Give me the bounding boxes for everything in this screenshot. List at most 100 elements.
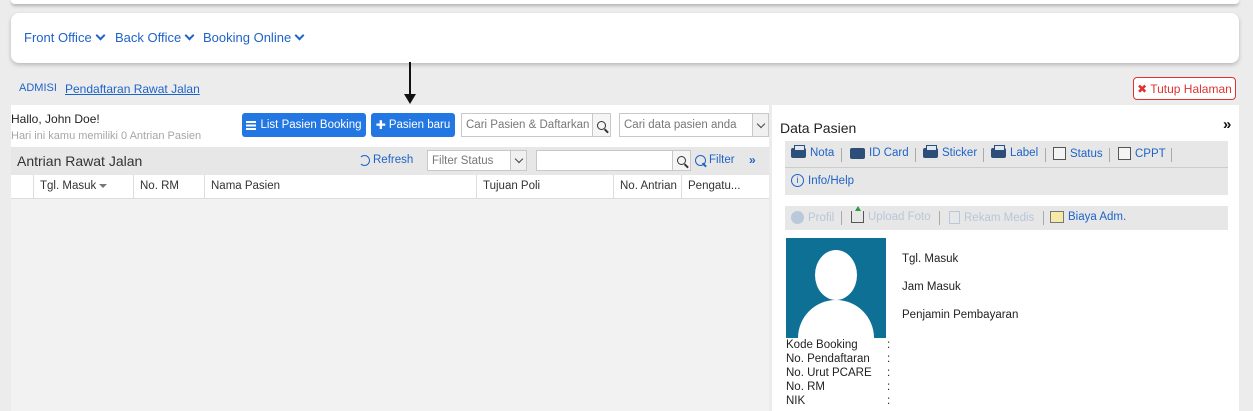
column-label: No. Antrian bbox=[620, 180, 677, 192]
profil-button[interactable]: Profil bbox=[791, 211, 834, 224]
greeting: Hallo, John Doe! bbox=[11, 112, 100, 126]
nav-front-office[interactable]: Front Office bbox=[24, 30, 106, 45]
upload-icon bbox=[851, 206, 864, 223]
separator bbox=[841, 148, 842, 162]
search-icon bbox=[597, 120, 606, 130]
column-label: Nama Pasien bbox=[211, 180, 281, 192]
search-patient-placeholder: Cari data pasien anda bbox=[624, 119, 737, 131]
chevron-down-icon bbox=[184, 30, 195, 41]
info-icon: i bbox=[791, 174, 804, 187]
column-label: Pengatu... bbox=[688, 180, 741, 192]
sticker-button[interactable]: Sticker bbox=[923, 145, 978, 159]
label-button[interactable]: Label bbox=[991, 145, 1039, 159]
search-register-placeholder: Cari Pasien & Daftarkan bbox=[466, 119, 590, 131]
user-icon bbox=[791, 211, 804, 224]
column-pengaturan[interactable]: Pengatu... bbox=[681, 175, 743, 199]
avatar-head bbox=[815, 250, 857, 300]
id-card-button[interactable]: ID Card bbox=[850, 147, 909, 159]
column-tujuan-poli[interactable]: Tujuan Poli bbox=[476, 175, 613, 199]
sort-icon bbox=[99, 183, 108, 188]
queue-title: Antrian Rawat Jalan bbox=[17, 153, 143, 169]
nav-booking-online[interactable]: Booking Online bbox=[203, 30, 305, 45]
refresh-label: Refresh bbox=[373, 154, 414, 166]
filter-status-select[interactable]: Filter Status bbox=[427, 150, 527, 171]
separator bbox=[1045, 148, 1046, 162]
refresh-icon bbox=[359, 154, 370, 166]
patient-data-title: Data Pasien bbox=[780, 120, 857, 136]
breadcrumb-root[interactable]: ADMISI bbox=[19, 82, 57, 94]
printer-icon bbox=[991, 145, 1006, 158]
label-no-pendaftaran: No. Pendaftaran bbox=[786, 353, 870, 365]
filter-search-button[interactable] bbox=[672, 151, 690, 170]
printer-icon bbox=[791, 145, 806, 158]
separator bbox=[1109, 148, 1110, 162]
patient-photo-placeholder bbox=[786, 238, 886, 338]
new-patient-button[interactable]: ✚ Pasien baru bbox=[371, 113, 455, 137]
main-navbar: Front Office Back Office Booking Online bbox=[11, 13, 1239, 63]
nav-label: Booking Online bbox=[203, 30, 292, 45]
breadcrumb-current[interactable]: Pendaftaran Rawat Jalan bbox=[65, 82, 200, 96]
admin-fee-button[interactable]: Biaya Adm. bbox=[1050, 211, 1126, 223]
column-tgl-masuk[interactable]: Tgl. Masuk bbox=[33, 175, 133, 199]
sticker-label: Sticker bbox=[942, 147, 978, 159]
list-icon bbox=[246, 120, 257, 130]
medical-record-button[interactable]: Rekam Medis bbox=[949, 211, 1034, 224]
refresh-button[interactable]: Refresh bbox=[359, 154, 413, 166]
document-icon bbox=[949, 211, 960, 224]
filter-button[interactable]: Filter bbox=[695, 154, 735, 166]
printer-icon bbox=[923, 145, 938, 158]
label-label: Label bbox=[1010, 147, 1039, 159]
top-strip bbox=[11, 0, 1239, 4]
status-button[interactable]: Status bbox=[1053, 147, 1103, 160]
search-register-button[interactable] bbox=[592, 114, 610, 136]
cppt-button[interactable]: CPPT bbox=[1118, 147, 1166, 160]
upload-photo-button[interactable]: Upload Foto bbox=[851, 206, 931, 223]
colon: : bbox=[887, 381, 891, 393]
colon: : bbox=[887, 353, 891, 365]
expand-icon[interactable]: » bbox=[749, 153, 756, 167]
upload-photo-label: Upload Foto bbox=[868, 211, 931, 223]
nota-button[interactable]: Nota bbox=[791, 145, 835, 159]
bill-icon bbox=[1050, 211, 1064, 223]
chevron-down-icon[interactable] bbox=[510, 151, 526, 170]
search-icon bbox=[695, 154, 706, 166]
column-no-antrian[interactable]: No. Antrian bbox=[613, 175, 681, 199]
label-nik: NIK bbox=[786, 395, 806, 407]
label-no-rm: No. RM bbox=[786, 381, 825, 393]
admin-fee-label: Biaya Adm. bbox=[1068, 211, 1127, 223]
info-help-label: Info/Help bbox=[808, 174, 855, 187]
label-tgl-masuk: Tgl. Masuk bbox=[902, 253, 959, 265]
search-patient-select[interactable]: Cari data pasien anda bbox=[619, 113, 769, 137]
plus-icon: ✚ bbox=[375, 118, 386, 132]
column-label: Tujuan Poli bbox=[483, 180, 541, 192]
annotation-arrow-head bbox=[404, 94, 416, 104]
filter-text-input[interactable] bbox=[536, 150, 691, 171]
nota-label: Nota bbox=[810, 147, 835, 159]
separator bbox=[915, 148, 916, 162]
nav-label: Front Office bbox=[24, 30, 92, 45]
print-toolbar: Nota ID Card Sticker Label Status CPPT i… bbox=[785, 141, 1228, 195]
chevron-down-icon[interactable] bbox=[752, 114, 768, 136]
nav-back-office[interactable]: Back Office bbox=[115, 30, 195, 45]
toolbar-divider bbox=[785, 167, 1228, 168]
separator bbox=[841, 211, 842, 225]
separator bbox=[1171, 148, 1172, 162]
nav-label: Back Office bbox=[115, 30, 182, 45]
clipboard-icon bbox=[1118, 147, 1131, 160]
separator bbox=[983, 148, 984, 162]
colon: : bbox=[887, 339, 891, 351]
close-page-button[interactable]: ✖ Tutup Halaman bbox=[1133, 77, 1236, 100]
right-panel: Data Pasien » Nota ID Card Sticker Label… bbox=[772, 105, 1239, 411]
label-jam-masuk: Jam Masuk bbox=[902, 281, 961, 293]
left-panel: Hallo, John Doe! Hari ini kamu memiliki … bbox=[11, 105, 769, 411]
search-register-input[interactable]: Cari Pasien & Daftarkan bbox=[461, 113, 611, 137]
chevron-down-icon bbox=[95, 30, 106, 41]
column-no-rm[interactable]: No. RM bbox=[133, 175, 204, 199]
avatar-body bbox=[798, 300, 874, 338]
list-booking-button[interactable]: List Pasien Booking bbox=[242, 113, 366, 137]
collapse-icon[interactable]: » bbox=[1223, 116, 1231, 133]
column-label: Tgl. Masuk bbox=[40, 180, 97, 192]
annotation-arrow bbox=[409, 62, 411, 96]
column-nama-pasien[interactable]: Nama Pasien bbox=[204, 175, 476, 199]
info-help-button[interactable]: i Info/Help bbox=[791, 174, 854, 187]
